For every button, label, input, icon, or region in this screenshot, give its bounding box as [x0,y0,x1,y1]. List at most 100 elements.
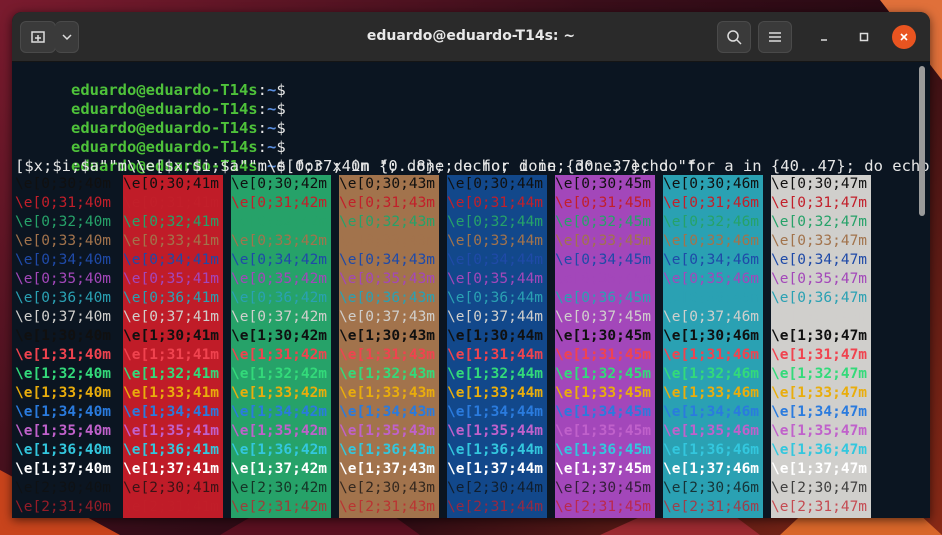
color-sample-cell: \e[1;33;46m [663,385,760,401]
color-sample-cell: \e[1;30;47m [771,328,868,344]
color-sample-cell: \e[1;37;43m [339,461,436,477]
color-sample-cell: \e[0;34;40m [15,252,112,268]
color-sample-cell: \e[1;34;41m [123,404,220,420]
color-sample-cell: \e[2;31;46m [663,499,760,515]
tab-menu-button[interactable] [55,21,79,53]
color-sample-cell: \e[2;30;45m [555,480,652,496]
color-sample-cell: \e[0;37;43m [339,309,436,325]
minimize-icon [821,39,827,41]
color-sample-cell: \e[1;36;47m [771,442,868,458]
color-sample-cell: \e[0;37;44m [447,309,544,325]
color-sample-cell: \e[0;36;41m [123,290,220,306]
color-sample-cell: \e[0;30;40m [15,176,112,192]
color-sample-cell: \e[0;31;42m [231,195,328,211]
color-sample-cell: \e[1;32;41m [123,366,220,382]
prompt-line: eduardo@eduardo-T14s:~$ [15,100,286,137]
color-sample-cell: \e[0;34;44m [447,252,544,268]
color-sample-cell: \e[0;31;45m [555,195,652,211]
color-sample-cell: \e[1;30;45m [555,328,652,344]
close-button[interactable] [892,25,916,49]
color-sample-cell: \e[0;34;41m [123,252,220,268]
color-sample-cell: \e[1;33;43m [339,385,436,401]
color-sample-cell: \e[0;36;47m [771,290,868,306]
color-sample-cell: \e[1;35;44m [447,423,544,439]
color-sample-cell: \e[1;33;41m [123,385,220,401]
color-sample-cell: \e[2;30;47m [771,480,868,496]
color-sample-cell: \e[0;30;44m [447,176,544,192]
color-sample-cell: \e[2;30;44m [447,480,544,496]
color-sample-cell: \e[0;30;41m [123,176,220,192]
color-sample-cell: \e[1;32;46m [663,366,760,382]
color-sample-cell: \e[0;36;44m [447,290,544,306]
hamburger-icon [769,32,781,42]
color-sample-cell: \e[1;31;44m [447,347,544,363]
new-tab-button[interactable] [20,21,56,53]
prompt-line: eduardo@eduardo-T14s:~$ [15,62,286,99]
color-sample-cell: \e[0;32;41m [123,214,220,230]
color-sample-cell: \e[1;33;45m [555,385,652,401]
color-sample-cell: \e[0;32;42m [231,214,328,230]
color-sample-cell: \e[1;36;41m [123,442,220,458]
color-sample-cell: \e[1;30;46m [663,328,760,344]
color-sample-cell: \e[1;32;45m [555,366,652,382]
color-sample-cell: \e[1;34;42m [231,404,328,420]
color-sample-cell: \e[2;31;42m [231,499,328,515]
color-sample-cell: \e[0;32;47m [771,214,868,230]
color-sample-cell: \e[0;32;44m [447,214,544,230]
search-button[interactable] [717,21,751,53]
color-sample-cell: \e[1;36;43m [339,442,436,458]
color-sample-cell: \e[0;30;42m [231,176,328,192]
color-sample-cell: \e[1;32;40m [15,366,112,382]
main-menu-button[interactable] [758,21,792,53]
color-sample-cell: \e[1;37;40m [15,461,112,477]
maximize-button[interactable] [852,25,876,49]
color-sample-cell: \e[2;31;40m [15,499,112,515]
color-sample-cell: \e[0;31;46m [663,195,760,211]
color-sample-cell: \e[2;30;40m [15,480,112,496]
color-sample-cell: \e[0;36;40m [15,290,112,306]
color-sample-cell: \e[0;35;41m [123,271,220,287]
color-sample-cell: \e[1;32;44m [447,366,544,382]
chevron-down-icon [61,34,72,41]
terminal-window: eduardo@eduardo-T14s: ~ eduardo@eduardo-… [12,12,930,518]
color-sample-cell: \e[1;34;47m [771,404,868,420]
color-sample-cell: \e[2;31;47m [771,499,868,515]
color-sample-cell: \e[0;31;40m [15,195,112,211]
color-sample-cell: \e[0;34;42m [231,252,328,268]
command-line-continuation: [$x;$i;$a""m\\e[$x;$i;$a""m\e[0;37;40m "… [15,157,697,175]
search-icon [727,30,742,45]
color-sample-cell: \e[1;36;45m [555,442,652,458]
color-sample-cell: \e[2;30;43m [339,480,436,496]
color-sample-cell: \e[1;34;43m [339,404,436,420]
color-sample-cell: \e[0;31;44m [447,195,544,211]
color-sample-cell: \e[0;37;47m [771,309,868,325]
color-sample-cell: \e[0;37;42m [231,309,328,325]
color-sample-cell: \e[0;34;45m [555,252,652,268]
color-sample-cell: \e[1;37;42m [231,461,328,477]
color-sample-cell: \e[1;37;44m [447,461,544,477]
color-sample-cell: \e[0;32;45m [555,214,652,230]
color-sample-cell: \e[1;35;42m [231,423,328,439]
color-sample-cell: \e[2;31;45m [555,499,652,515]
color-sample-cell: \e[1;37;41m [123,461,220,477]
maximize-icon [859,32,869,42]
color-sample-cell: \e[0;32;43m [339,214,436,230]
color-sample-cell: \e[0;33;43m [339,233,436,249]
color-sample-cell: \e[1;31;43m [339,347,436,363]
color-sample-cell: \e[0;35;43m [339,271,436,287]
color-sample-cell: \e[0;31;47m [771,195,868,211]
scrollbar[interactable] [919,66,925,216]
color-sample-cell: \e[0;32;40m [15,214,112,230]
color-sample-cell: \e[1;31;42m [231,347,328,363]
window-title: eduardo@eduardo-T14s: ~ [366,28,576,44]
minimize-button[interactable] [812,25,836,49]
color-sample-cell: \e[1;31;45m [555,347,652,363]
terminal-output[interactable]: eduardo@eduardo-T14s:~$ eduardo@eduardo-… [12,62,930,518]
color-sample-cell: \e[1;32;47m [771,366,868,382]
color-sample-cell: \e[0;36;43m [339,290,436,306]
color-sample-cell: \e[2;30;42m [231,480,328,496]
command-line: eduardo@eduardo-T14s:~$ for x in {0..8};… [15,138,930,175]
color-sample-cell: \e[0;33;44m [447,233,544,249]
color-sample-cell: \e[0;34;43m [339,252,436,268]
color-sample-cell: \e[0;30;43m [339,176,436,192]
